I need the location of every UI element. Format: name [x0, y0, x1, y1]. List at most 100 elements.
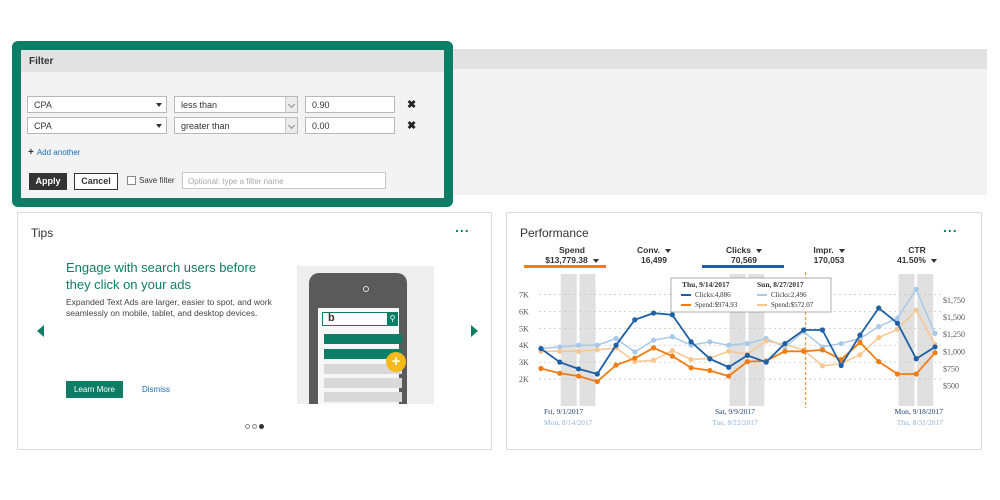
chevron-down-icon — [156, 124, 162, 128]
data-point — [632, 355, 638, 361]
filter-operator-select-1[interactable]: less than — [174, 96, 298, 113]
pager-dot[interactable] — [252, 424, 257, 429]
metric-label: Spend — [559, 245, 585, 255]
filter-value-text: 0.00 — [312, 121, 330, 131]
performance-chart[interactable]: 2K 3K 4K 5K 6K 7K $500 $750 $1,000 $1,250 $1,500 $1… — [507, 266, 983, 451]
metric-label: CTR — [908, 245, 926, 255]
chevron-down-icon — [285, 97, 297, 112]
data-point — [838, 362, 844, 369]
plus-icon: + — [386, 352, 406, 372]
y-right-tick-label: $1,250 — [943, 330, 965, 339]
data-point — [782, 348, 788, 354]
result-bar-illustration — [324, 378, 402, 388]
data-point — [632, 349, 638, 355]
cancel-button[interactable]: Cancel — [74, 173, 118, 190]
data-point — [613, 342, 619, 348]
y-left-tick-label: 5K — [519, 324, 529, 333]
phone-camera-icon — [363, 286, 369, 292]
data-point — [557, 370, 563, 376]
performance-card: Performance ... Spend $13,779.38 Conv. 1… — [506, 212, 982, 450]
data-point — [557, 359, 563, 365]
weekend-band — [917, 274, 934, 406]
data-point — [857, 332, 863, 338]
filter-value-input-1[interactable]: 0.90 — [305, 96, 395, 113]
carousel-pager — [245, 416, 266, 434]
data-point — [650, 345, 657, 351]
result-bar-illustration — [324, 392, 402, 402]
chevron-down-icon — [838, 248, 845, 253]
filter-operator-value: greater than — [181, 121, 230, 131]
search-icon: ⚲ — [387, 313, 398, 325]
data-point — [894, 320, 901, 326]
remove-row-icon[interactable]: ✖ — [407, 98, 416, 111]
data-point — [650, 337, 657, 343]
remove-row-icon[interactable]: ✖ — [407, 119, 416, 132]
y-left-tick-label: 7K — [519, 290, 529, 299]
data-point — [707, 356, 713, 362]
next-arrow-icon[interactable] — [471, 325, 478, 337]
data-point — [594, 371, 600, 377]
more-options-icon[interactable]: ... — [455, 219, 470, 235]
metric-conv[interactable]: Conv. 16,499 — [624, 245, 684, 265]
filter-field-value: CPA — [34, 121, 52, 131]
data-point — [575, 373, 582, 379]
chevron-down-icon — [285, 118, 297, 133]
metric-impr[interactable]: Impr. 170,053 — [799, 245, 859, 265]
data-point — [726, 373, 732, 379]
filter-value-input-2[interactable]: 0.00 — [305, 117, 395, 134]
data-point — [613, 335, 619, 342]
tooltip-value: Clicks:4,886 — [695, 291, 731, 299]
data-point — [688, 356, 694, 363]
chevron-down-icon — [930, 258, 937, 263]
filter-operator-value: less than — [181, 100, 218, 110]
data-point — [876, 305, 882, 311]
bing-logo: b — [328, 312, 335, 324]
chevron-down-icon — [592, 258, 599, 263]
metric-label: Impr. — [813, 245, 834, 255]
metric-ctr[interactable]: CTR 41.50% — [887, 245, 947, 265]
data-point — [575, 366, 582, 372]
pager-dot[interactable] — [245, 424, 250, 429]
data-point — [669, 334, 675, 340]
y-left-tick-label: 2K — [519, 375, 529, 384]
data-point — [669, 312, 675, 318]
add-another-link[interactable]: + Add another — [28, 147, 80, 158]
filter-name-input[interactable]: Optional: type a filter name — [182, 172, 386, 189]
data-point — [763, 359, 769, 365]
filter-field-select-2[interactable]: CPA — [27, 117, 167, 134]
data-point — [669, 353, 675, 359]
filter-field-select-1[interactable]: CPA — [27, 96, 167, 113]
apply-button[interactable]: Apply — [29, 173, 67, 190]
dismiss-link[interactable]: Dismiss — [142, 385, 170, 394]
y-left-tick-label: 6K — [519, 307, 529, 316]
filter-field-value: CPA — [34, 100, 52, 110]
data-point — [801, 327, 807, 333]
pager-dot-active[interactable] — [259, 424, 264, 429]
save-filter-label: Save filter — [139, 176, 175, 185]
filter-panel: Filter CPA less than 0.90 ✖ CPA greater … — [12, 41, 453, 207]
metric-spend[interactable]: Spend $13,779.38 — [532, 245, 612, 265]
x-tick-label: Fri, 9/1/2017 — [544, 407, 583, 416]
more-options-icon[interactable]: ... — [943, 219, 958, 235]
data-point — [650, 310, 657, 316]
data-point — [913, 371, 919, 377]
data-point — [932, 350, 938, 356]
filter-operator-select-2[interactable]: greater than — [174, 117, 298, 134]
data-point — [744, 340, 750, 347]
metric-label: Clicks — [725, 245, 752, 255]
x-tick-label-previous: Mon, 8/14/2017 — [544, 418, 593, 427]
filter-background-strip — [450, 49, 987, 195]
data-point — [857, 339, 863, 345]
data-point — [594, 347, 600, 353]
data-point — [857, 352, 863, 358]
learn-more-button[interactable]: Learn More — [66, 381, 123, 398]
data-point — [669, 348, 675, 354]
data-point — [782, 340, 788, 347]
y-left-tick-label: 4K — [519, 341, 529, 350]
data-point — [726, 364, 732, 370]
data-point — [744, 359, 750, 365]
metric-value: $13,779.38 — [545, 255, 588, 265]
metric-clicks[interactable]: Clicks 70,569 — [709, 245, 779, 265]
previous-arrow-icon[interactable] — [37, 325, 44, 337]
save-filter-checkbox[interactable] — [127, 176, 136, 185]
